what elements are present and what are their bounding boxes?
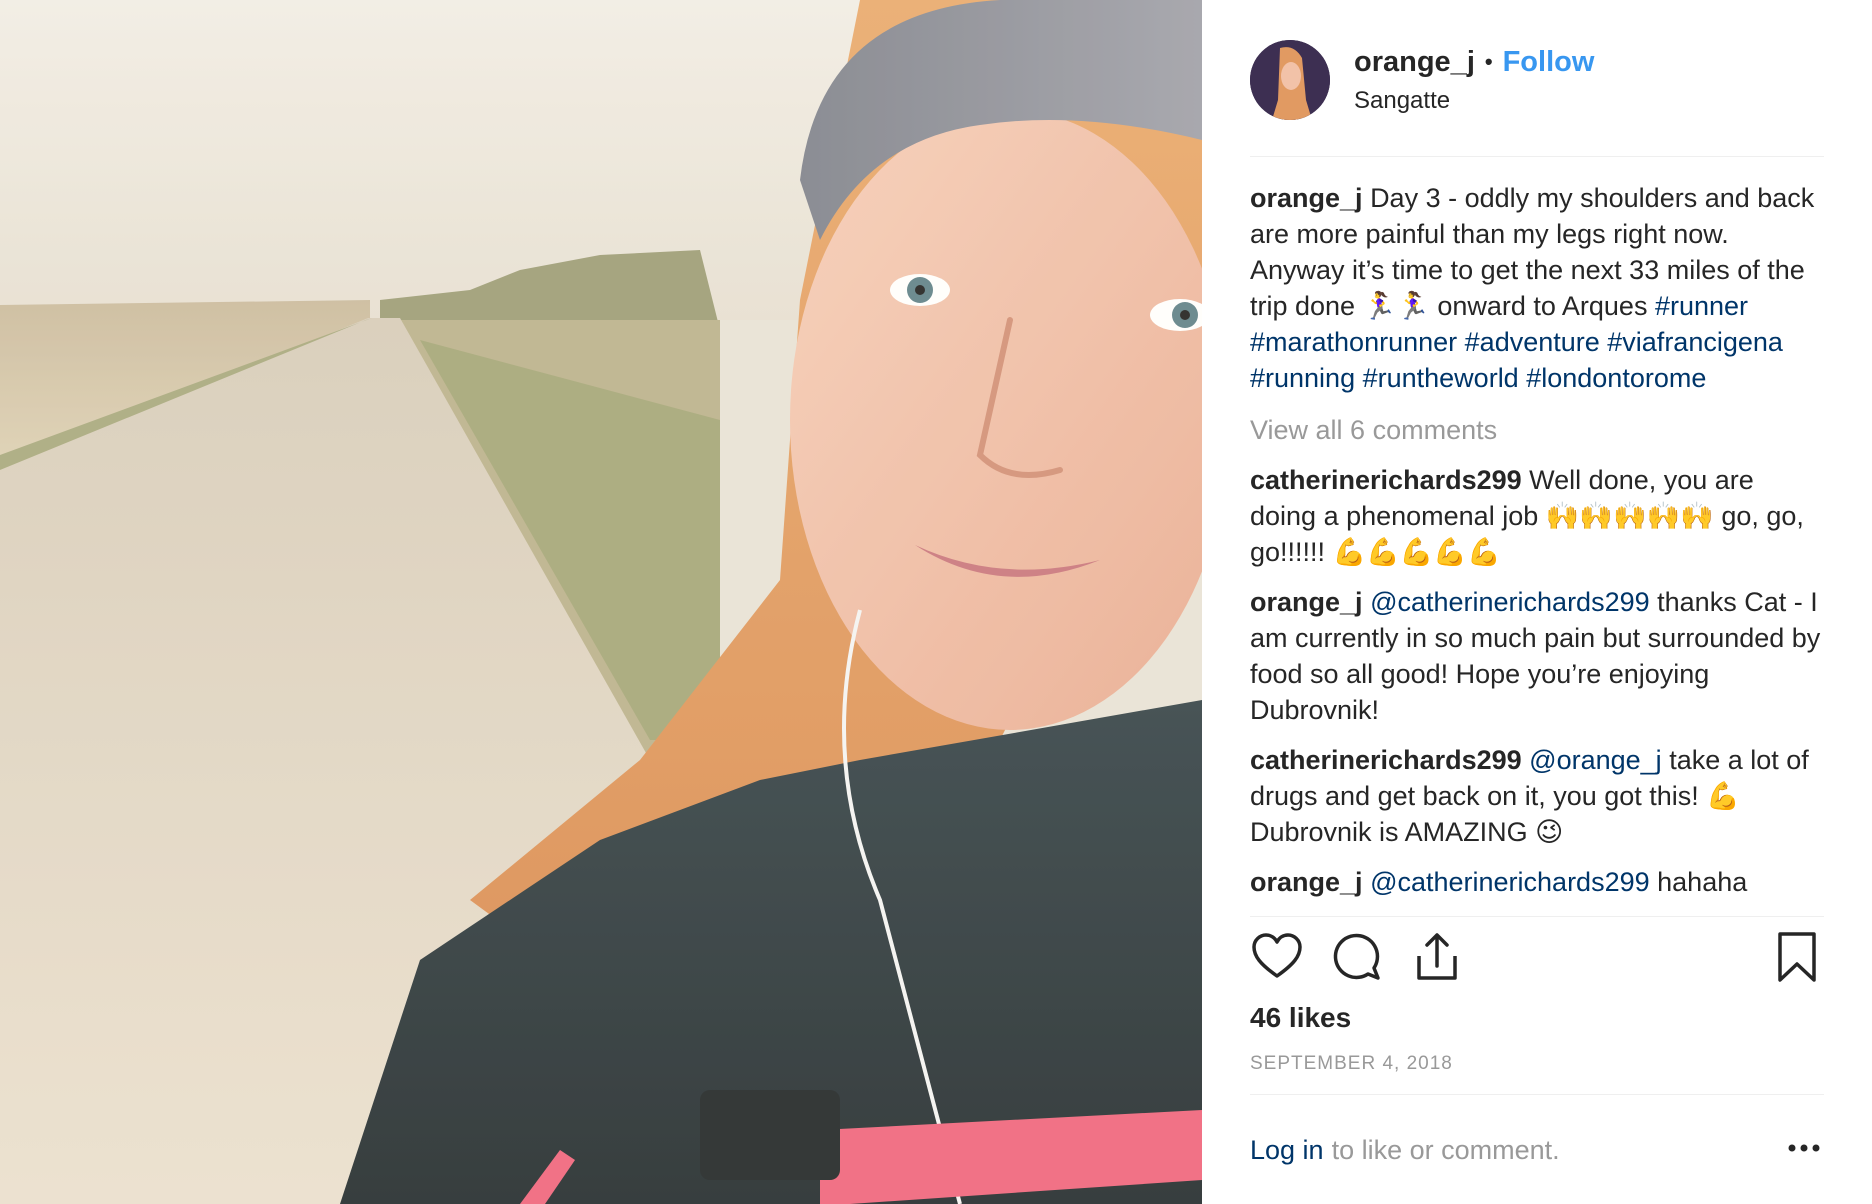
caption: orange_j Day 3 - oddly my shoulders and … (1250, 180, 1824, 396)
comments-section[interactable]: orange_j Day 3 - oddly my shoulders and … (1250, 180, 1824, 914)
header-divider (1250, 156, 1824, 157)
more-options-button[interactable] (1784, 1136, 1824, 1160)
comment-item: catherinerichards299 Well done, you are … (1250, 462, 1824, 570)
comment-item: orange_j @catherinerichards299 thanks Ca… (1250, 584, 1824, 728)
post-photo[interactable] (0, 0, 1202, 1204)
comment-username[interactable]: catherinerichards299 (1250, 465, 1522, 495)
save-button[interactable] (1770, 930, 1824, 984)
like-button[interactable] (1250, 930, 1304, 984)
header-line: orange_j • Follow (1354, 46, 1594, 79)
instagram-post: orange_j • Follow Sangatte orange_j Day … (0, 0, 1872, 1204)
heart-icon (1252, 933, 1302, 978)
more-options-icon (1788, 1144, 1820, 1152)
login-prompt-text: to like or comment. (1331, 1134, 1560, 1165)
hashtag-link[interactable]: #londontorome (1526, 363, 1706, 393)
likes-count[interactable]: 46 likes (1250, 1002, 1351, 1034)
footer-divider (1250, 1094, 1824, 1095)
comment-username[interactable]: orange_j (1250, 587, 1363, 617)
comment-username[interactable]: orange_j (1250, 867, 1363, 897)
share-button[interactable] (1410, 930, 1464, 984)
location-link[interactable]: Sangatte (1354, 87, 1594, 115)
comment-item: orange_j @catherinerichards299 hahaha (1250, 864, 1824, 900)
comment-button[interactable] (1330, 930, 1384, 984)
view-all-comments-link[interactable]: View all 6 comments (1250, 412, 1824, 448)
hashtag-link[interactable]: #runner (1655, 291, 1748, 321)
comment-username[interactable]: catherinerichards299 (1250, 745, 1522, 775)
comment-login-prompt: Log in to like or comment. (1250, 1130, 1824, 1170)
comment-text: hahaha (1657, 867, 1748, 897)
avatar-image (1250, 40, 1330, 120)
hashtag-link[interactable]: #adventure (1465, 327, 1600, 357)
hashtag-link[interactable]: #viafrancigena (1607, 327, 1783, 357)
post-username[interactable]: orange_j (1354, 46, 1475, 79)
separator-dot: • (1484, 49, 1493, 74)
header-text: orange_j • Follow Sangatte (1354, 46, 1594, 115)
comment-icon (1333, 933, 1380, 980)
hashtag-link[interactable]: #marathonrunner (1250, 327, 1457, 357)
mention-link[interactable]: @catherinerichards299 (1370, 587, 1650, 617)
mention-link[interactable]: @orange_j (1529, 745, 1662, 775)
action-bar (1250, 930, 1824, 990)
post-side-panel: orange_j • Follow Sangatte orange_j Day … (1202, 0, 1872, 1204)
share-icon (1417, 933, 1457, 980)
comment-item: catherinerichards299 @orange_j take a lo… (1250, 742, 1824, 850)
comments-divider (1250, 916, 1824, 917)
hashtag-link[interactable]: #running (1250, 363, 1355, 393)
selfie-image (0, 0, 1202, 1204)
post-header: orange_j • Follow Sangatte (1250, 40, 1824, 120)
hashtag-link[interactable]: #runtheworld (1363, 363, 1519, 393)
mention-link[interactable]: @catherinerichards299 (1370, 867, 1650, 897)
login-link[interactable]: Log in (1250, 1135, 1324, 1166)
post-date: SEPTEMBER 4, 2018 (1250, 1053, 1453, 1074)
caption-username[interactable]: orange_j (1250, 183, 1363, 213)
avatar[interactable] (1250, 40, 1330, 120)
follow-button[interactable]: Follow (1503, 46, 1595, 79)
bookmark-icon (1778, 932, 1816, 982)
